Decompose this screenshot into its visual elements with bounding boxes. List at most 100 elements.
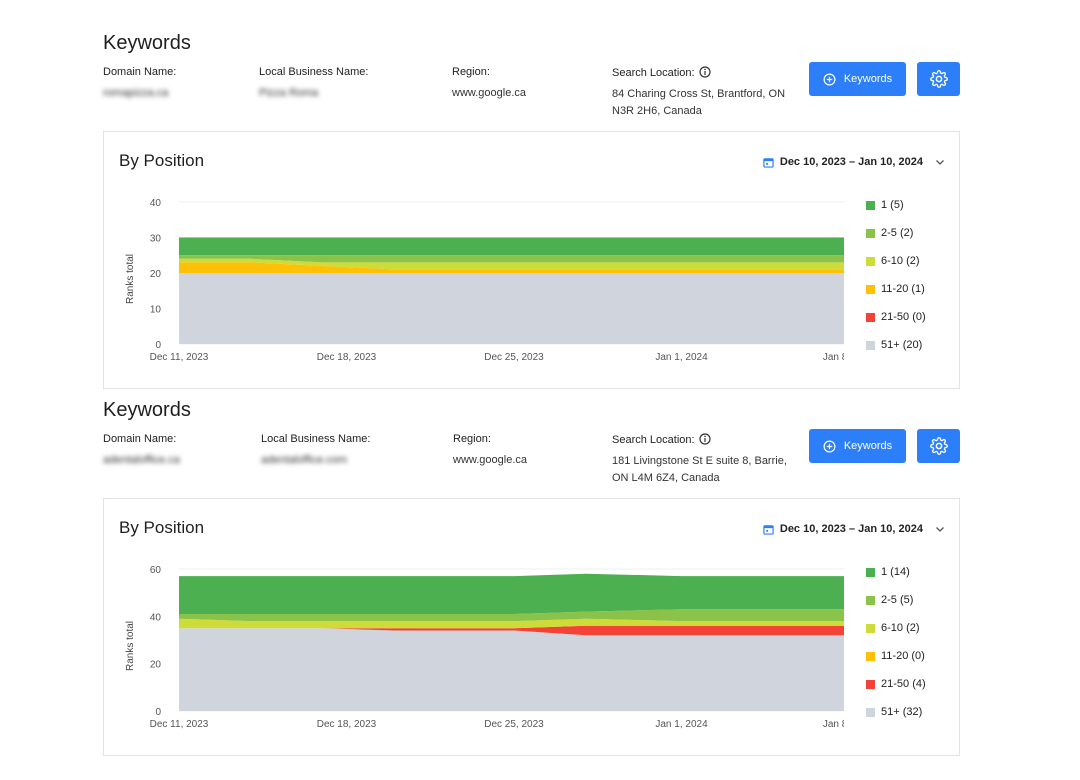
legend-swatch [866, 284, 875, 294]
settings-button[interactable] [917, 62, 960, 96]
legend-swatch [866, 567, 875, 577]
area-series-1 [179, 237, 844, 256]
location-line-1: 84 Charing Cross St, Brantford, ON [612, 88, 786, 100]
location-line-2: N3R 2H6, Canada [612, 105, 702, 117]
keywords-button[interactable]: Keywords [809, 429, 906, 463]
domain-value: adentaloffice.ca [103, 454, 180, 466]
settings-button[interactable] [917, 429, 960, 463]
section-title: Keywords [103, 399, 191, 421]
chevron-down-icon [936, 527, 944, 532]
legend-item[interactable]: 21-50 (4) [866, 678, 926, 690]
legend-item[interactable]: 1 (14) [866, 566, 910, 578]
info-icon[interactable] [698, 66, 711, 78]
x-tick-label: Jan 8, 2024 [823, 352, 844, 363]
legend-label: 2-5 (2) [881, 227, 914, 239]
y-tick-label: 0 [155, 340, 161, 351]
y-tick-label: 30 [150, 234, 162, 245]
legend-item[interactable]: 51+ (32) [866, 706, 922, 718]
keywords-button-label: Keywords [843, 73, 893, 85]
legend-swatch [866, 228, 875, 238]
y-tick-label: 10 [150, 305, 162, 316]
legend-item[interactable]: 11-20 (1) [866, 283, 925, 295]
keywords-button-label: Keywords [843, 440, 893, 452]
legend-label: 1 (5) [881, 199, 904, 211]
legend-label: 51+ (32) [881, 706, 923, 718]
domain-value: romapizza.ca [103, 87, 169, 99]
legend-item[interactable]: 21-50 (0) [866, 311, 926, 323]
domain-label: Domain Name: [103, 66, 177, 78]
legend-item[interactable]: 2-5 (5) [866, 594, 913, 606]
business-value: adentaloffice.com [261, 454, 348, 466]
legend-item[interactable]: 6-10 (2) [866, 622, 920, 634]
domain-field: Domain Name: romapizza.ca [103, 66, 176, 102]
y-tick-label: 0 [155, 707, 161, 718]
region-label: Region: [453, 433, 491, 445]
x-tick-label: Jan 1, 2024 [655, 352, 708, 363]
legend-item[interactable]: 1 (5) [866, 199, 904, 211]
keywords-button[interactable]: Keywords [809, 62, 906, 96]
legend-item[interactable]: 2-5 (2) [866, 227, 913, 239]
region-field: Region: www.google.ca [453, 433, 527, 469]
legend-label: 2-5 (5) [881, 594, 914, 606]
x-tick-label: Dec 11, 2023 [150, 352, 209, 363]
legend-swatch [866, 595, 875, 605]
by-position-card: By Position Dec 10, 2023 – Jan 10, 2024 … [103, 131, 960, 389]
legend-swatch [866, 340, 875, 350]
business-label: Local Business Name: [261, 433, 371, 445]
x-tick-label: Dec 25, 2023 [484, 352, 544, 363]
x-tick-label: Dec 18, 2023 [317, 352, 377, 363]
region-field: Region: www.google.ca [452, 66, 526, 102]
x-tick-label: Dec 18, 2023 [317, 719, 377, 730]
plus-circle-icon [823, 440, 836, 452]
y-tick-label: 40 [150, 198, 162, 209]
legend-label: 21-50 (4) [881, 678, 926, 690]
legend-item[interactable]: 6-10 (2) [866, 255, 920, 267]
region-value: www.google.ca [453, 454, 527, 466]
region-label: Region: [452, 66, 490, 78]
section-title: Keywords [103, 32, 191, 54]
legend-swatch [866, 256, 875, 266]
location-field: Search Location: 181 Livingstone St E su… [612, 433, 787, 487]
position-chart: 0 20 40 60 Ranks total Dec 11, 2023 Dec 18, 20… [125, 565, 844, 730]
area-series-51+ [179, 273, 844, 344]
position-chart: 0 10 20 30 40 Ranks total Dec 11, 2023 Dec 18, … [125, 198, 844, 363]
x-tick-label: Dec 11, 2023 [150, 719, 209, 730]
location-field: Search Location: 84 Charing Cross St, Br… [612, 66, 785, 120]
y-tick-label: 20 [150, 660, 162, 671]
x-tick-label: Dec 25, 2023 [484, 719, 544, 730]
legend-label: 51+ (20) [881, 339, 923, 351]
legend-label: 1 (14) [881, 566, 910, 578]
location-label: Search Location: [612, 67, 695, 79]
legend-swatch [866, 651, 875, 661]
y-axis-label: Ranks total [125, 621, 136, 671]
y-axis-label: Ranks total [125, 254, 136, 304]
y-tick-label: 20 [150, 269, 162, 280]
y-tick-label: 40 [150, 612, 162, 623]
y-tick-label: 60 [150, 565, 162, 576]
x-tick-label: Jan 1, 2024 [655, 719, 708, 730]
chevron-down-icon [936, 160, 944, 165]
area-series-1 [179, 573, 844, 614]
gear-icon [929, 70, 948, 88]
area-series-51+ [179, 628, 844, 711]
business-label: Local Business Name: [259, 66, 369, 78]
legend-swatch [866, 707, 875, 717]
legend-swatch [866, 312, 875, 322]
legend-label: 21-50 (0) [881, 311, 926, 323]
by-position-card: By Position Dec 10, 2023 – Jan 10, 2024 … [103, 498, 960, 756]
legend-swatch [866, 200, 875, 210]
business-field: Local Business Name: adentaloffice.com [261, 433, 370, 469]
legend-item[interactable]: 51+ (20) [866, 339, 922, 351]
legend-item[interactable]: 11-20 (0) [866, 650, 925, 662]
domain-label: Domain Name: [103, 433, 177, 445]
domain-field: Domain Name: adentaloffice.ca [103, 433, 180, 469]
region-value: www.google.ca [452, 87, 526, 99]
info-icon[interactable] [698, 433, 711, 445]
business-field: Local Business Name: Pizza Roma [259, 66, 368, 102]
legend-label: 6-10 (2) [881, 255, 920, 267]
legend-swatch [866, 679, 875, 689]
business-value: Pizza Roma [259, 87, 319, 99]
location-label: Search Location: [612, 434, 695, 446]
location-line-2: ON L4M 6Z4, Canada [612, 472, 720, 484]
legend-label: 11-20 (0) [881, 650, 925, 662]
